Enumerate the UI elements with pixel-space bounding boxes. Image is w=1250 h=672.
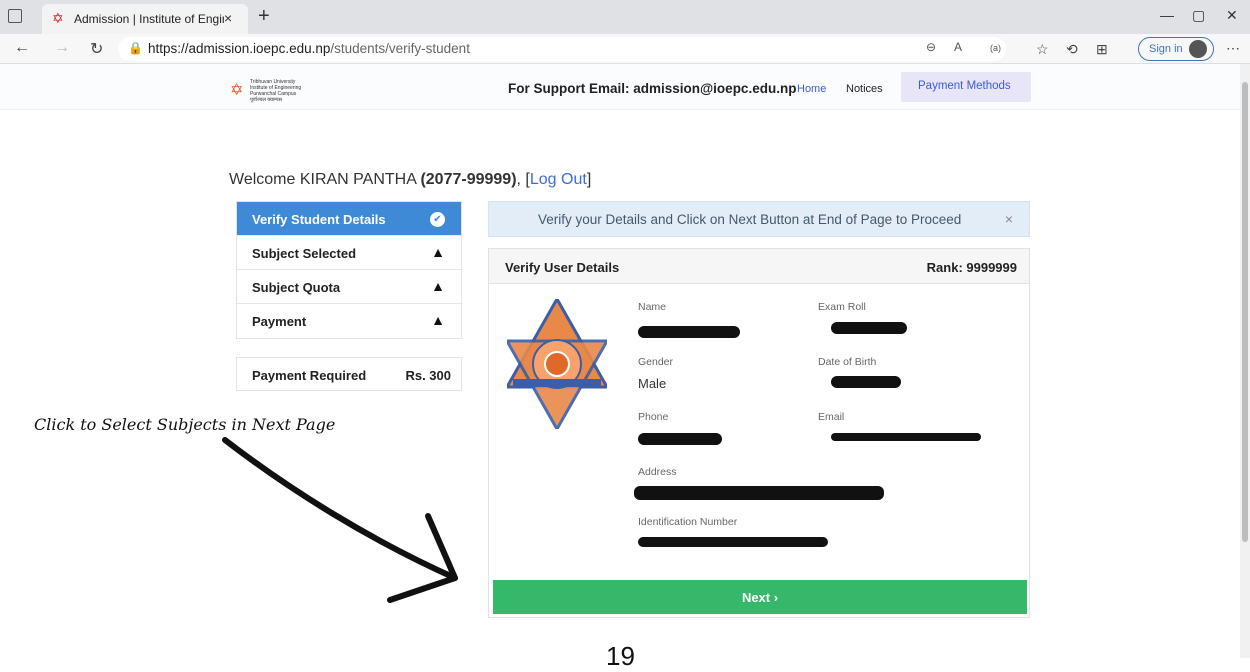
warning-icon: ▲: [431, 278, 445, 294]
address-value-redacted: [634, 486, 884, 500]
nav-payment-methods[interactable]: Payment Methods: [901, 72, 1031, 102]
logout-link[interactable]: Log Out: [530, 171, 587, 188]
maximize-icon[interactable]: ▢: [1192, 7, 1205, 24]
avatar: [1189, 40, 1207, 58]
campus-logo-text[interactable]: Tribhuvan University Institute of Engine…: [250, 79, 301, 103]
phone-label: Phone: [638, 411, 669, 423]
card-header: Verify User Details Rank: 9999999: [489, 249, 1029, 284]
payment-required-box: Payment Required Rs. 300: [236, 357, 462, 391]
card-title: Verify User Details: [505, 260, 620, 275]
address-toolbar: ← → ↻ 🔒 https://admission.ioepc.edu.np/s…: [0, 34, 1250, 64]
steps-sidebar: Verify Student Details ✔ Subject Selecte…: [236, 201, 462, 339]
check-circle-icon: ✔: [430, 212, 445, 227]
handwritten-arrow-icon: [222, 437, 458, 603]
close-window-icon[interactable]: ✕: [1226, 7, 1238, 24]
id-number-value-redacted: [638, 537, 828, 547]
sign-in-button[interactable]: Sign in: [1138, 37, 1214, 61]
payment-required-amount: Rs. 300: [405, 368, 451, 383]
info-alert: Verify your Details and Click on Next Bu…: [488, 201, 1030, 237]
minimize-icon[interactable]: —: [1160, 7, 1174, 23]
dob-value-redacted: [831, 376, 901, 388]
page-scrollbar[interactable]: [1240, 64, 1250, 658]
url-text[interactable]: https://admission.ioepc.edu.np/students/…: [148, 41, 470, 56]
dob-label: Date of Birth: [818, 356, 877, 368]
campus-emblem-icon: [507, 299, 607, 429]
forward-icon[interactable]: →: [54, 39, 70, 57]
support-email: For Support Email: admission@ioepc.edu.n…: [508, 81, 797, 96]
scrollbar-thumb[interactable]: [1242, 82, 1248, 542]
id-number-label: Identification Number: [638, 516, 738, 528]
gender-value: Male: [638, 376, 667, 391]
nav-notices[interactable]: Notices: [846, 83, 883, 95]
favorites-icon[interactable]: ☆: [1036, 41, 1049, 58]
reader-badge[interactable]: (a): [990, 43, 1001, 53]
browser-tab[interactable]: ✡ Admission | Institute of Engineer ×: [42, 4, 248, 34]
page-number: 19: [606, 641, 635, 671]
url-bar[interactable]: 🔒 https://admission.ioepc.edu.np/student…: [118, 37, 1006, 61]
reload-icon[interactable]: ↻: [90, 39, 103, 59]
new-tab-button[interactable]: +: [258, 5, 270, 28]
step-verify-student-details[interactable]: Verify Student Details ✔: [237, 202, 461, 236]
name-label: Name: [638, 301, 667, 313]
verify-user-card: Verify User Details Rank: 9999999 Name E…: [488, 248, 1030, 618]
nav-home[interactable]: Home: [797, 83, 826, 95]
site-header: ✡ Tribhuvan University Institute of Engi…: [0, 64, 1240, 110]
tab-close-icon[interactable]: ×: [224, 10, 232, 26]
name-value-redacted: [638, 326, 740, 338]
alert-message: Verify your Details and Click on Next Bu…: [538, 212, 962, 227]
email-value-redacted: [831, 433, 981, 441]
warning-icon: ▲: [431, 244, 445, 260]
site-favicon-icon: ✡: [52, 10, 64, 26]
more-options-icon[interactable]: ⋯: [1226, 40, 1240, 57]
next-button[interactable]: Next ›: [493, 580, 1027, 614]
tab-title: Admission | Institute of Engineer: [74, 12, 224, 26]
collections-icon[interactable]: ⊞: [1096, 41, 1108, 58]
back-icon[interactable]: ←: [14, 39, 30, 57]
exam-roll-value-redacted: [831, 322, 907, 334]
step-payment[interactable]: Payment ▲: [237, 304, 461, 338]
lock-icon: 🔒: [128, 41, 143, 55]
gender-label: Gender: [638, 356, 674, 368]
email-label: Email: [818, 411, 845, 423]
step-subject-quota[interactable]: Subject Quota ▲: [237, 270, 461, 304]
phone-value-redacted: [638, 433, 722, 445]
step-subject-selected[interactable]: Subject Selected ▲: [237, 236, 461, 270]
campus-logo-icon[interactable]: ✡: [230, 80, 243, 100]
alert-close-icon[interactable]: ×: [1005, 211, 1013, 227]
browser-tab-bar: ✡ Admission | Institute of Engineer × + …: [0, 0, 1250, 34]
exam-roll-label: Exam Roll: [818, 301, 866, 313]
exam-roll-id: (2077-99999): [420, 171, 517, 188]
window-menu-icon[interactable]: [8, 9, 22, 23]
history-icon[interactable]: ⟲: [1066, 41, 1078, 58]
zoom-icon[interactable]: ⊖: [926, 40, 936, 54]
payment-required-label: Payment Required: [252, 368, 367, 383]
read-aloud-icon[interactable]: A: [954, 40, 962, 54]
welcome-message: Welcome KIRAN PANTHA (2077-99999), [Log …: [229, 171, 592, 188]
rank-value: Rank: 9999999: [926, 260, 1017, 275]
address-label: Address: [638, 466, 677, 478]
warning-icon: ▲: [431, 312, 445, 328]
